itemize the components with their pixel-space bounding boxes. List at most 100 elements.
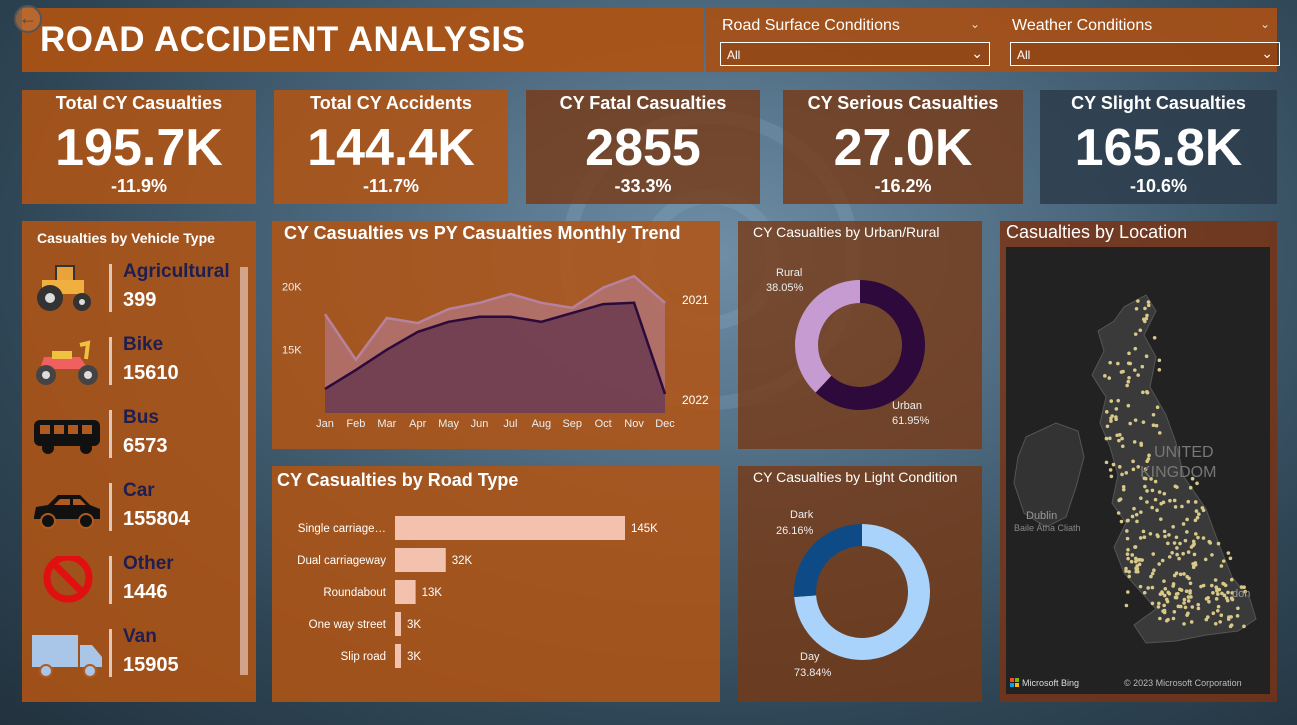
casualty-dot	[1171, 524, 1175, 529]
casualty-dot	[1138, 557, 1143, 562]
casualty-dot	[1108, 436, 1112, 441]
x-tick-label: Oct	[595, 418, 612, 430]
slice-percent-label: 73.84%	[794, 667, 832, 679]
vehicle-item-car[interactable]: Car 155804	[22, 477, 242, 535]
casualty-dot	[1145, 313, 1149, 318]
chevron-down-icon[interactable]: ⌄	[970, 17, 980, 31]
vehicle-count: 15905	[123, 654, 179, 676]
casualty-dot	[1146, 300, 1151, 304]
casualty-dot	[1195, 481, 1199, 486]
casualty-dot	[1182, 622, 1186, 626]
kpi-label: CY Serious Casualties	[807, 93, 999, 113]
casualty-dot	[1216, 541, 1221, 546]
casualty-dot	[1145, 390, 1149, 394]
vehicle-count: 399	[123, 289, 157, 311]
divider	[109, 410, 112, 458]
urban-rural-panel: CY Casualties by Urban/Rural Rural 38.05%…	[738, 221, 982, 449]
vehicle-item-bike[interactable]: Bike 15610	[22, 331, 242, 389]
casualty-dot	[1108, 360, 1112, 365]
casualty-dot	[1196, 535, 1200, 540]
casualty-dot	[1210, 553, 1214, 557]
casualty-dot	[1172, 541, 1177, 545]
casualty-dot	[1196, 606, 1201, 611]
casualty-dot	[1166, 617, 1170, 622]
casualty-dot	[1211, 611, 1216, 615]
casualty-dot	[1172, 610, 1177, 614]
vehicle-item-agricultural[interactable]: Agricultural 399	[22, 258, 242, 316]
casualty-dot	[1138, 536, 1143, 540]
slice-name-label: Day	[800, 651, 820, 663]
road-type-chart: Single carriage… 145K Dual carriageway 32K R…	[297, 516, 658, 668]
location-map[interactable]: UNITED KINGDOM Dublin Baile Átha Cliath …	[1006, 247, 1270, 694]
bar	[395, 516, 625, 540]
casualty-dot	[1236, 606, 1240, 611]
back-arrow-icon[interactable]: ←	[14, 5, 42, 33]
casualty-dot	[1167, 591, 1172, 596]
casualty-dot	[1157, 601, 1161, 606]
casualty-dot	[1141, 420, 1146, 424]
casualty-dot	[1138, 584, 1143, 589]
x-tick-label: Aug	[532, 418, 552, 430]
van-icon	[32, 635, 102, 678]
casualty-dot	[1152, 335, 1157, 340]
casualty-dot	[1194, 509, 1199, 513]
casualty-dot	[1129, 559, 1134, 564]
casualty-dot	[1154, 423, 1159, 428]
casualty-dot	[1141, 529, 1146, 534]
casualty-dot	[1117, 498, 1121, 503]
casualty-dot	[1178, 587, 1182, 592]
casualty-dot	[1146, 303, 1151, 308]
vehicle-type-panel: Casualties by Vehicle Type Agricultural …	[22, 221, 256, 702]
casualty-dot	[1201, 536, 1206, 540]
casualty-dot	[1228, 556, 1233, 561]
casualty-dot	[1167, 555, 1172, 559]
casualty-dot	[1108, 468, 1113, 472]
slice-name-label: Rural	[776, 267, 802, 279]
casualty-dot	[1178, 541, 1182, 546]
bar-category-label: Single carriage…	[298, 523, 386, 535]
casualty-dot	[1218, 620, 1222, 624]
casualty-dot	[1103, 374, 1107, 378]
casualty-dot	[1215, 589, 1219, 593]
vehicle-name: Agricultural	[123, 261, 230, 282]
vehicle-item-bus[interactable]: Bus 6573	[22, 404, 242, 462]
bar-category-label: One way street	[309, 619, 387, 631]
casualty-dot	[1134, 566, 1138, 571]
casualty-dot	[1186, 550, 1191, 554]
divider	[109, 483, 112, 531]
location-map-panel: Casualties by Location UNITED KINGDOM Du…	[1000, 221, 1277, 702]
casualty-dot	[1221, 581, 1225, 586]
casualty-dot	[1155, 508, 1159, 513]
weather-dropdown[interactable]: All ⌄	[1010, 42, 1280, 66]
casualty-dot	[1186, 611, 1190, 616]
vehicle-item-other[interactable]: Other 1446	[22, 550, 242, 608]
vehicle-count: 155804	[123, 508, 190, 530]
casualty-dot	[1171, 616, 1176, 621]
road-surface-dropdown[interactable]: All ⌄	[720, 42, 990, 66]
casualty-dot	[1181, 551, 1185, 556]
bar	[395, 612, 401, 636]
tractor-icon	[37, 265, 91, 311]
casualty-dot	[1193, 518, 1198, 523]
series-label: 2022	[682, 393, 709, 407]
vehicle-item-van[interactable]: Van 15905	[22, 623, 242, 681]
casualty-dot	[1174, 595, 1179, 600]
vehicle-list-scrollbar[interactable]	[240, 267, 248, 675]
casualty-dot	[1132, 440, 1137, 444]
casualty-dot	[1226, 617, 1231, 621]
bar-value-label: 13K	[422, 587, 443, 599]
casualty-dot	[1157, 358, 1162, 363]
chevron-down-icon[interactable]: ⌄	[1260, 17, 1270, 31]
casualty-dot	[1158, 616, 1162, 621]
casualty-dot	[1164, 597, 1169, 602]
donut-slice	[795, 280, 860, 393]
vehicle-count: 6573	[123, 435, 168, 457]
casualty-dot	[1201, 583, 1206, 588]
casualty-dot	[1166, 541, 1170, 546]
kpi-value: 144.4K	[307, 119, 475, 177]
weather-filter-label: Weather Conditions	[1012, 17, 1153, 34]
casualty-dot	[1125, 383, 1129, 388]
casualty-dot	[1216, 604, 1221, 609]
casualty-dot	[1226, 551, 1231, 555]
casualty-dot	[1180, 504, 1184, 509]
